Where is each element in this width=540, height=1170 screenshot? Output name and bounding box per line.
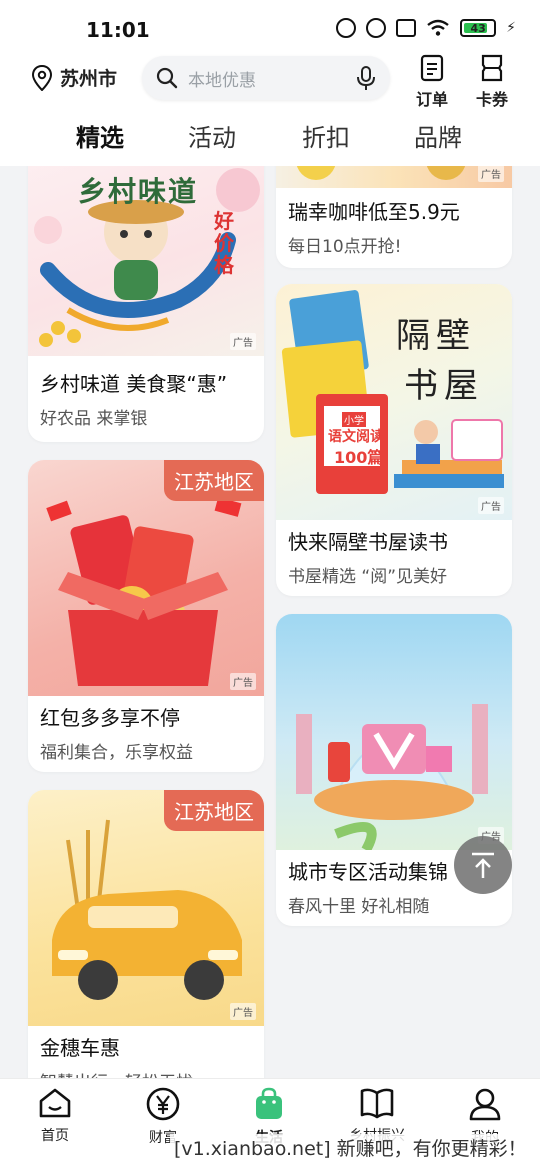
app-screen: 11:01 43 ⚡ 苏州市 本地优惠 订单 卡券 精选 活动 折扣 品牌 乡村… — [0, 0, 540, 1170]
alarm-icon — [366, 18, 387, 38]
search-input[interactable]: 本地优惠 — [142, 56, 390, 100]
category-tabs: 精选 活动 折扣 品牌 — [0, 118, 540, 162]
battery-level: 43 — [470, 21, 486, 35]
ad-label: 广告 — [230, 333, 256, 350]
card-title: 红包多多享不停 — [40, 706, 180, 730]
nav-label: 首页 — [41, 1128, 69, 1144]
book-title-label: 语文阅读 — [328, 429, 384, 445]
redpacket-banner-image: 江苏地区 广告 — [28, 460, 264, 696]
card-subtitle: 好农品 来掌银 — [40, 409, 148, 429]
card-subtitle: 智慧出行，轻松无忧 — [40, 1068, 193, 1078]
status-time: 11:01 — [86, 18, 150, 42]
arrow-up-icon — [472, 852, 494, 878]
region-tag: 江苏地区 — [164, 460, 264, 501]
shopping-bag-icon — [256, 1087, 282, 1119]
fruit-decor — [426, 166, 466, 180]
city-illustration — [296, 704, 488, 850]
back-to-top-button[interactable] — [454, 836, 512, 894]
bookhouse-banner-line1: 隔壁 — [396, 316, 476, 356]
wifi-icon — [427, 19, 449, 36]
book-grade-label: 小学 — [342, 412, 366, 427]
orders-label: 订单 — [416, 90, 449, 109]
region-tag: 江苏地区 — [164, 790, 264, 831]
ad-label: 广告 — [478, 497, 504, 514]
yen-icon — [146, 1087, 180, 1121]
card-subtitle: 福利集合，乐享权益 — [40, 743, 193, 763]
car-banner-image: 江苏地区 广告 — [28, 790, 264, 1026]
watermark: [v1.xianbao.net] 新赚吧，有你更精彩！ — [170, 1134, 531, 1161]
header: 苏州市 本地优惠 订单 卡券 精选 活动 折扣 品牌 — [0, 54, 540, 166]
status-bar: 11:01 43 ⚡ — [0, 0, 540, 56]
card-neighbor-bookhouse[interactable]: 隔壁 书屋 小学 语文阅读 100篇 广告 快来隔壁书屋读书 书屋精选 “阅”见… — [276, 284, 512, 596]
location-pin-icon — [31, 64, 53, 91]
charging-icon: ⚡ — [506, 20, 516, 36]
coupons-button[interactable]: 卡券 — [476, 54, 508, 110]
ad-label: 广告 — [230, 1003, 256, 1020]
card-red-packets[interactable]: 江苏地区 广告 红包多多享不停 福利集合，乐享权益 — [28, 460, 264, 772]
person-icon — [469, 1088, 501, 1121]
nav-home[interactable]: 首页 — [10, 1087, 100, 1145]
card-title: 快来隔壁书屋读书 — [288, 530, 448, 554]
tab-featured[interactable]: 精选 — [76, 118, 124, 153]
card-title: 金穗车惠 — [40, 1036, 120, 1060]
microphone-icon[interactable] — [356, 65, 376, 91]
home-icon — [39, 1088, 71, 1118]
status-icons: 43 ⚡ — [336, 18, 516, 38]
ad-label: 广告 — [478, 166, 504, 182]
card-subtitle: 春风十里 好礼相随 — [288, 897, 430, 917]
card-title: 瑞幸咖啡低至5.9元 — [288, 200, 460, 224]
coupons-label: 卡券 — [476, 90, 509, 109]
card-subtitle: 书屋精选 “阅”见美好 — [288, 567, 448, 587]
tab-discounts[interactable]: 折扣 — [302, 118, 350, 153]
good-price-stamp: 好价格 — [214, 209, 234, 277]
card-subtitle: 每日10点开抢! — [288, 237, 402, 257]
books-banner-image: 隔壁 书屋 小学 语文阅读 100篇 广告 — [276, 284, 512, 520]
book-count-label: 100篇 — [334, 448, 384, 467]
search-icon — [156, 67, 178, 89]
card-title: 乡村味道 美食聚“惠” — [40, 372, 228, 396]
coffee-banner-image: 广告 — [276, 166, 512, 188]
village-banner-image: 乡村味道 好价格 广告 — [28, 166, 264, 356]
card-village-flavor[interactable]: 乡村味道 好价格 广告 乡村味道 美食聚“惠” 好农品 来掌银 — [28, 166, 264, 442]
orders-button[interactable]: 订单 — [416, 54, 448, 110]
card-luckin-coffee[interactable]: 广告 瑞幸咖啡低至5.9元 每日10点开抢! — [276, 166, 512, 268]
fruit-decor — [296, 166, 336, 180]
location-selector[interactable]: 苏州市 — [31, 64, 118, 91]
coupon-icon — [481, 54, 503, 82]
city-name: 苏州市 — [60, 68, 118, 90]
orders-icon — [420, 54, 444, 82]
tab-brands[interactable]: 品牌 — [414, 118, 462, 153]
village-banner-text: 乡村味道 — [78, 175, 199, 208]
tab-activities[interactable]: 活动 — [188, 118, 236, 153]
bookhouse-banner-line2: 书屋 — [404, 366, 484, 406]
search-placeholder: 本地优惠 — [188, 70, 256, 91]
card-title: 城市专区活动集锦 — [288, 860, 448, 884]
city-banner-image: 广告 — [276, 614, 512, 850]
battery-icon: 43 — [460, 19, 497, 37]
book-icon — [360, 1088, 394, 1119]
ad-label: 广告 — [230, 673, 256, 690]
do-not-disturb-icon — [336, 18, 357, 38]
card-car-deals[interactable]: 江苏地区 广告 金穗车惠 智慧出行，轻松无忧 — [28, 790, 264, 1078]
feed[interactable]: 乡村味道 好价格 广告 乡村味道 美食聚“惠” 好农品 来掌银 广告 瑞幸咖啡低… — [0, 166, 540, 1078]
sim-off-icon — [396, 19, 417, 37]
